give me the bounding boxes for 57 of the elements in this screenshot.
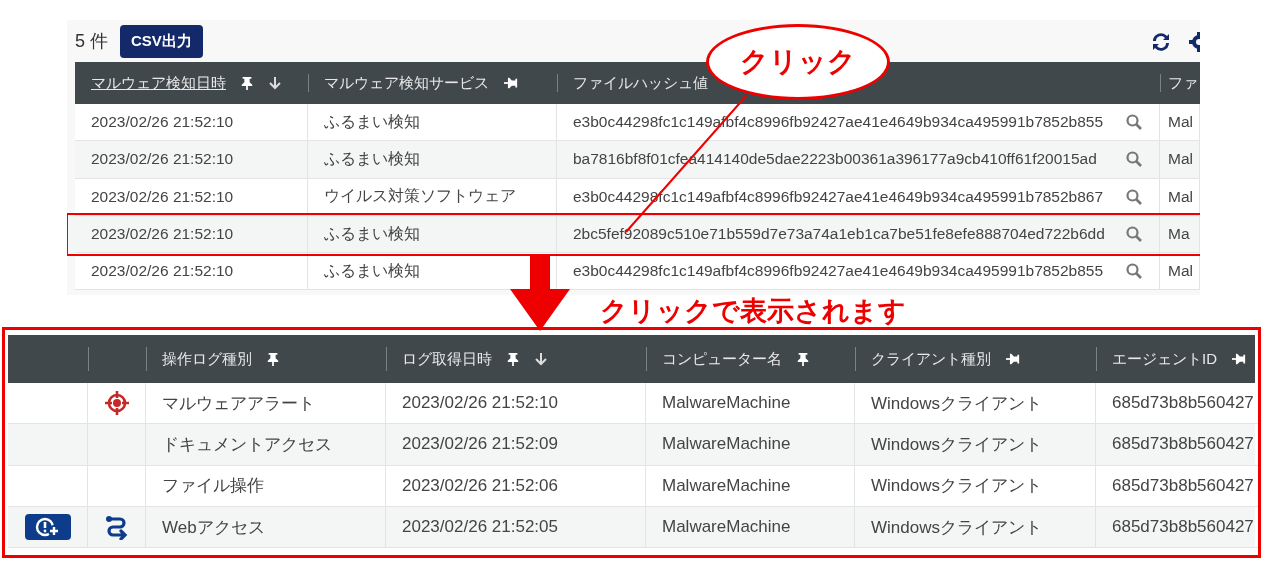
search-icon[interactable] xyxy=(1125,187,1143,206)
table-cell: ドキュメントアクセス xyxy=(146,424,386,466)
highlighted-row[interactable]: 2023/02/26 21:52:10 ふるまい検知 2bc5fef92089c510e71b559d7e73a74a1eb1ca7be51fe8efe888704ed722b6dd Ma xyxy=(69,215,1200,254)
table-row[interactable]: 2023/02/26 21:52:10 ふるまい検知 e3b0c44298fc1c149afbf4c8996fb92427ae41e4649b934ca495991b7852b855 Mal xyxy=(75,253,1200,291)
table-cell: MalwareMachine xyxy=(646,506,855,549)
column-header[interactable]: 操作ログ種別 xyxy=(162,349,280,369)
annotation-caption: クリックで表示されます xyxy=(600,296,906,326)
hash-text: 2bc5fef92089c510e71b559d7e73a74a1eb1ca7be51fe8efe888704ed722b6dd xyxy=(573,225,1105,244)
pin-icon[interactable] xyxy=(506,351,520,367)
column-header[interactable]: マルウェア検知日時 xyxy=(91,73,282,93)
pin-icon[interactable] xyxy=(240,75,254,91)
pin-icon[interactable] xyxy=(266,351,280,367)
table-cell: 2023/02/26 21:52:06 xyxy=(386,465,646,507)
table-row[interactable]: Webアクセス 2023/02/26 21:52:05 MalwareMachine Windowsクライアント 685d73b8b560427 xyxy=(8,506,1255,549)
hash-text: e3b0c44298fc1c149afbf4c8996fb92427ae41e4649b934ca495991b7852b855 xyxy=(573,262,1104,281)
search-icon[interactable] xyxy=(1125,225,1143,244)
crosshair-icon xyxy=(103,390,130,417)
search-icon[interactable] xyxy=(1125,150,1143,169)
table-row[interactable]: ファイル操作 2023/02/26 21:52:06 MalwareMachine Windowsクライアント 685d73b8b560427 xyxy=(8,465,1255,507)
table-cell: MalwareMachine xyxy=(646,424,855,466)
column-header[interactable]: ログ取得日時 xyxy=(402,349,548,369)
column-header[interactable]: ファ xyxy=(1168,73,1198,93)
table-row[interactable]: マルウェアアラート 2023/02/26 21:52:10 MalwareMachine Windowsクライアント 685d73b8b560427 xyxy=(8,383,1255,425)
column-header[interactable]: クライアント種別 xyxy=(871,349,1021,369)
table-cell: ふるまい検知 xyxy=(308,141,557,179)
route-icon xyxy=(103,514,130,541)
table-cell: 685d73b8b560427 xyxy=(1096,506,1258,549)
sort-down-icon[interactable] xyxy=(534,351,548,367)
csv-export-button[interactable]: CSV出力 xyxy=(120,24,203,58)
table-cell: Mal xyxy=(1160,141,1200,179)
search-icon[interactable] xyxy=(1125,113,1143,132)
search-icon[interactable] xyxy=(1125,262,1143,281)
column-header[interactable]: マルウェア検知サービス xyxy=(324,73,519,93)
pin-icon[interactable] xyxy=(1231,352,1247,366)
table-cell: ファイル操作 xyxy=(146,465,386,507)
table-cell: 2023/02/26 21:52:09 xyxy=(386,424,646,466)
table-cell: 685d73b8b560427 xyxy=(1096,465,1258,507)
table-cell: Webアクセス xyxy=(146,506,386,549)
table-cell: 2023/02/26 21:52:10 xyxy=(75,253,308,291)
table-row[interactable]: ドキュメントアクセス 2023/02/26 21:52:09 MalwareMachine Windowsクライアント 685d73b8b560427 xyxy=(8,424,1255,466)
column-header[interactable]: ファイルハッシュ値 xyxy=(573,73,708,93)
table-cell: MalwareMachine xyxy=(646,465,855,507)
table-cell: 685d73b8b560427 xyxy=(1096,424,1258,466)
result-count: 5 件 xyxy=(75,30,108,53)
pin-icon[interactable] xyxy=(1005,352,1021,366)
column-header[interactable]: コンピューター名 xyxy=(662,349,810,369)
pin-icon[interactable] xyxy=(503,76,519,90)
table-cell: 2023/02/26 21:52:05 xyxy=(386,506,646,549)
sort-down-icon[interactable] xyxy=(268,75,282,91)
table-cell: Mal xyxy=(1160,253,1200,291)
table-cell: Windowsクライアント xyxy=(855,465,1096,507)
add-alert-button[interactable] xyxy=(24,514,71,541)
table-cell: Windowsクライアント xyxy=(855,506,1096,549)
pin-icon[interactable] xyxy=(796,351,810,367)
table-cell: 2023/02/26 21:52:10 xyxy=(75,141,308,179)
table-cell: Windowsクライアント xyxy=(855,424,1096,466)
column-header[interactable]: エージェントID xyxy=(1112,349,1247,369)
